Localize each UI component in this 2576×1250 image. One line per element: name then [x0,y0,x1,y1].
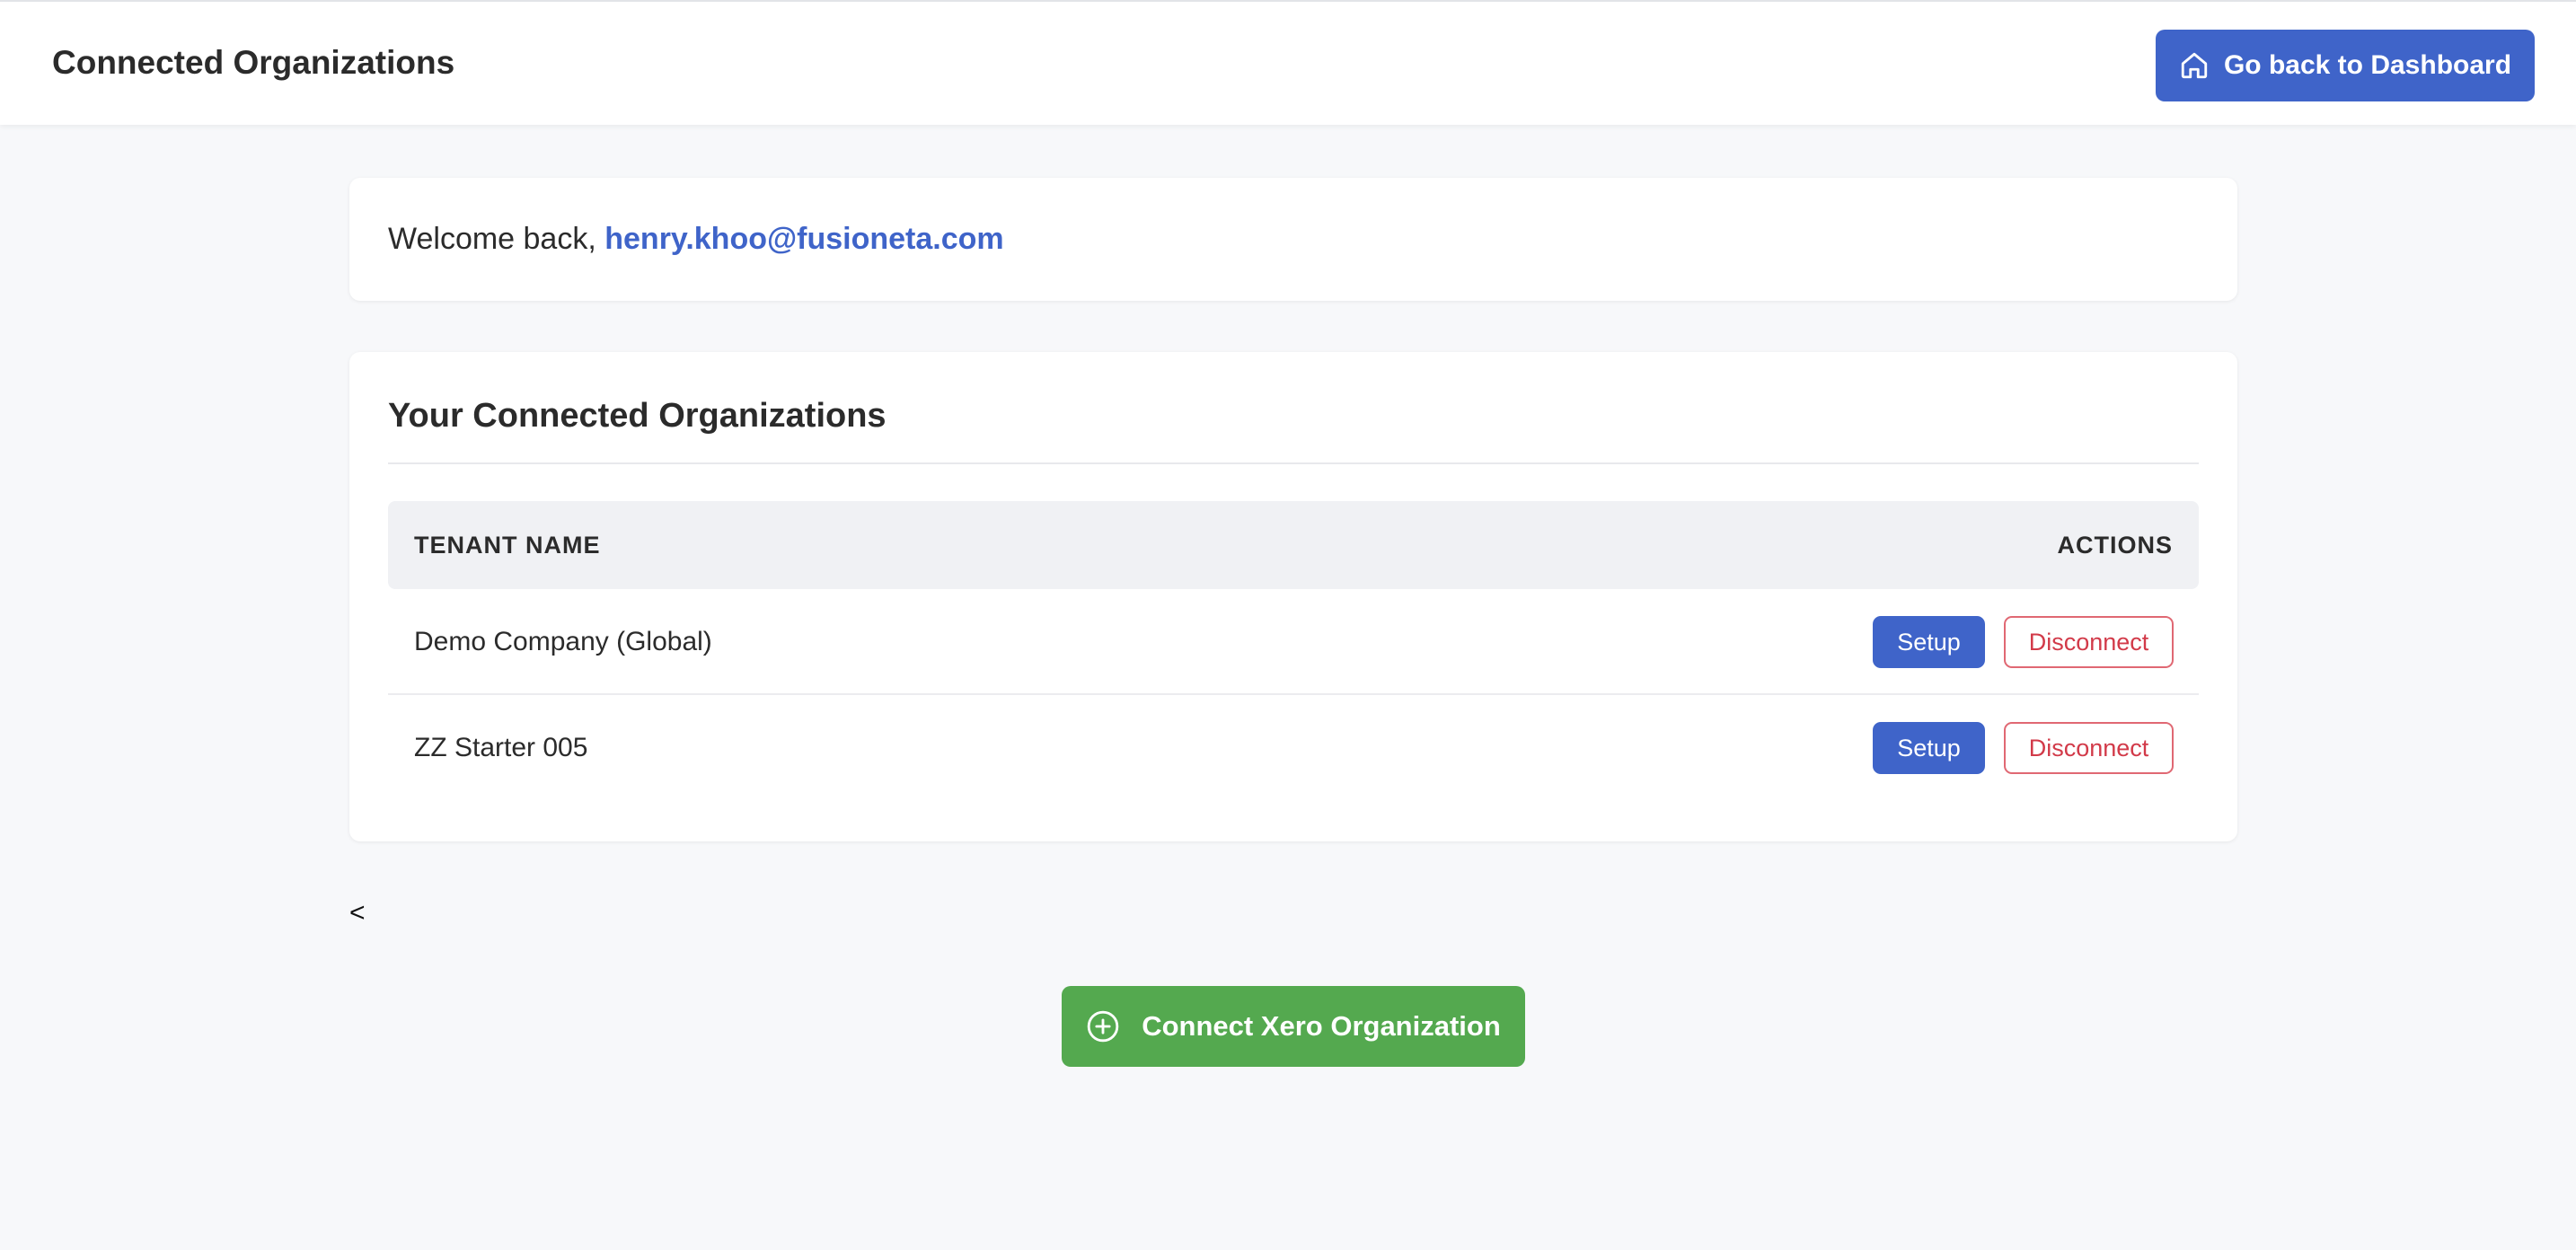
user-email-link[interactable]: henry.khoo@fusioneta.com [604,222,1003,256]
table-row: ZZ Starter 005 Setup Disconnect [388,695,2199,801]
page-title: Connected Organizations [52,44,455,81]
table-header: TENANT NAME ACTIONS [388,501,2199,589]
welcome-card: Welcome back, henry.khoo@fusioneta.com [349,178,2237,301]
connect-xero-organization-button[interactable]: Connect Xero Organization [1062,986,1525,1067]
plus-circle-icon [1087,1010,1119,1043]
divider [388,462,2199,464]
dashboard-button-label: Go back to Dashboard [2223,50,2512,80]
home-icon [2181,52,2208,79]
tenant-name: Demo Company (Global) [414,627,712,656]
welcome-prefix: Welcome back, [388,222,605,256]
top-navbar: Connected Organizations Go back to Dashb… [0,0,2576,125]
go-back-to-dashboard-button[interactable]: Go back to Dashboard [2156,30,2535,101]
setup-button[interactable]: Setup [1873,616,1985,668]
back-link[interactable]: < [349,898,366,929]
connect-button-label: Connect Xero Organization [1142,1010,1501,1042]
table-row: Demo Company (Global) Setup Disconnect [388,589,2199,695]
disconnect-button[interactable]: Disconnect [2004,722,2174,774]
organizations-card: Your Connected Organizations TENANT NAME… [349,352,2237,841]
welcome-message: Welcome back, henry.khoo@fusioneta.com [388,219,1004,259]
section-title: Your Connected Organizations [388,397,887,435]
column-header-actions: ACTIONS [2057,532,2173,559]
disconnect-button[interactable]: Disconnect [2004,616,2174,668]
tenant-name: ZZ Starter 005 [414,733,588,762]
setup-button[interactable]: Setup [1873,722,1985,774]
column-header-tenant-name: TENANT NAME [414,532,601,559]
